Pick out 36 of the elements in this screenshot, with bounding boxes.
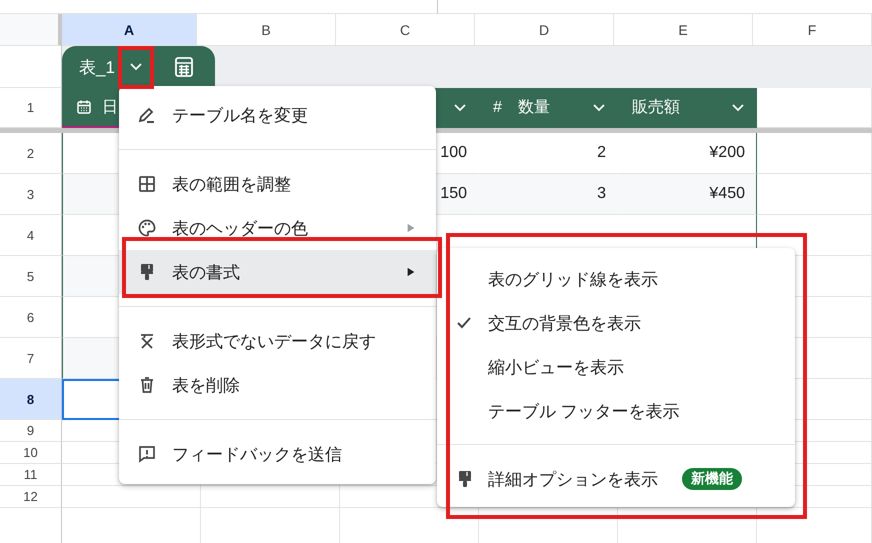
menu-item[interactable]: 表の書式 <box>119 250 436 294</box>
feedback-icon <box>137 444 157 464</box>
rename-icon <box>137 105 157 125</box>
column-header[interactable]: A <box>62 14 197 46</box>
table-name[interactable]: 表_1 <box>62 46 119 88</box>
menu-item[interactable]: 表形式でないデータに戻す <box>119 319 436 363</box>
menu-item[interactable]: フィードバックを送信 <box>119 432 436 476</box>
highlight-frame <box>118 46 154 89</box>
table-cell: ¥450 <box>618 174 757 215</box>
row-header[interactable]: 2 <box>0 133 62 174</box>
calculator-icon <box>172 56 194 78</box>
menu-item[interactable]: テーブル フッターを表示 <box>437 389 795 433</box>
row-header[interactable]: 8 <box>0 379 62 420</box>
calendar-icon <box>76 99 92 115</box>
column-name: 数量 <box>518 98 550 118</box>
submenu-arrow-icon <box>406 222 416 234</box>
menu-item[interactable]: 縮小ビューを表示 <box>437 345 795 389</box>
row-header[interactable]: 12 <box>0 486 62 508</box>
column-type-symbol: # <box>493 98 502 116</box>
row-header[interactable]: 6 <box>0 297 62 338</box>
menu-item[interactable]: 詳細オプションを表示 新機能 <box>437 457 795 501</box>
row-header[interactable]: 9 <box>0 420 62 442</box>
palette-icon <box>137 218 157 238</box>
column-name: 販売額 <box>632 98 680 118</box>
row-header[interactable]: 10 <box>0 442 62 464</box>
grid-icon <box>137 174 157 194</box>
menu-item[interactable]: 表のグリッド線を表示 <box>437 257 795 301</box>
menu-item[interactable]: 交互の背景色を表示 <box>437 301 795 345</box>
menu-item[interactable]: 表を削除 <box>119 363 436 407</box>
select-all-corner[interactable] <box>0 14 62 46</box>
row-header[interactable]: 11 <box>0 464 62 486</box>
column-name: 日 <box>102 98 118 118</box>
table-cell: 3 <box>479 174 618 215</box>
new-badge: 新機能 <box>682 468 742 490</box>
submenu-arrow-icon <box>406 266 416 278</box>
row-header[interactable]: 4 <box>0 215 62 256</box>
